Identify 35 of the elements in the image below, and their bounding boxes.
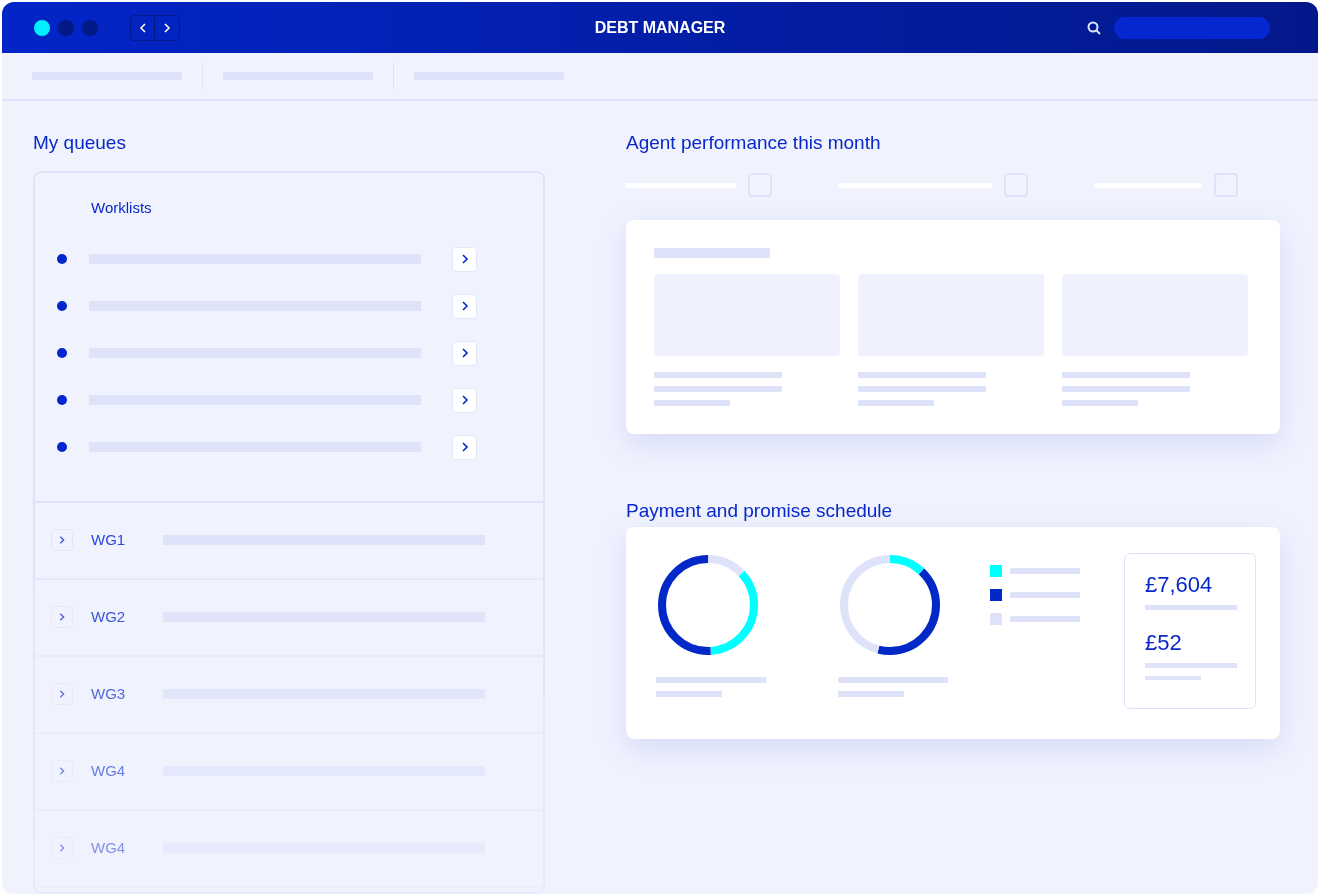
open-worklist-button[interactable] (452, 246, 477, 272)
section-title: Payment and promise schedule (626, 499, 894, 523)
group-label: WG3 (91, 683, 127, 704)
open-worklist-button[interactable] (452, 340, 477, 366)
group-label: WG4 (91, 837, 127, 858)
expand-toggle[interactable] (51, 760, 73, 782)
chevron-right-icon (57, 535, 67, 545)
chevron-right-icon (57, 612, 67, 622)
section-title: My queues (33, 131, 127, 155)
work-group-row[interactable]: WG2 (35, 579, 543, 657)
group-label: WG1 (91, 529, 127, 550)
chevron-right-icon (57, 843, 67, 853)
chevron-right-icon (57, 766, 67, 776)
work-group-row[interactable]: WG3 (35, 656, 543, 734)
amount: £7,604 (1145, 571, 1214, 599)
open-worklist-button[interactable] (452, 387, 477, 413)
expand-toggle[interactable] (51, 529, 73, 551)
chevron-right-icon (161, 21, 173, 34)
section-title: Agent performance this month (626, 131, 882, 155)
work-group-row[interactable]: WG1 (35, 502, 543, 580)
window-title: DEBT MANAGER (594, 17, 726, 38)
search-icon[interactable] (1086, 19, 1102, 36)
work-group-row[interactable]: WG4 (35, 810, 543, 888)
group-label: WG4 (91, 760, 127, 781)
chevron-right-icon (57, 689, 67, 699)
expand-toggle[interactable] (51, 683, 73, 705)
amount: £52 (1145, 629, 1183, 657)
work-group-row[interactable]: WG4 (35, 733, 543, 811)
search-field[interactable] (1114, 16, 1270, 39)
worklists-heading: Worklists (91, 198, 153, 218)
expand-toggle[interactable] (51, 606, 73, 628)
open-worklist-button[interactable] (452, 293, 477, 319)
open-worklist-button[interactable] (452, 434, 477, 460)
expand-toggle[interactable] (51, 837, 73, 859)
group-label: WG2 (91, 606, 127, 627)
